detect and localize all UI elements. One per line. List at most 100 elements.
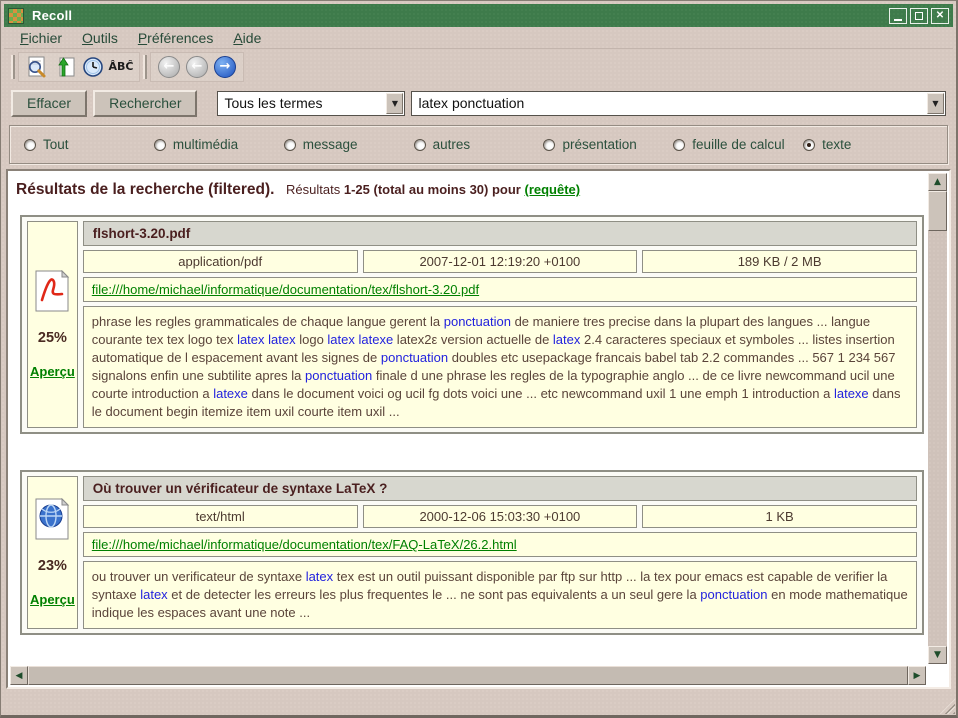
minimize-icon (894, 19, 902, 21)
status-bar (1, 691, 956, 715)
filter-radio-Tout[interactable]: Tout (24, 137, 154, 152)
result-side-panel: 25% Aperçu (27, 221, 78, 428)
preview-link[interactable]: Aperçu (30, 364, 75, 379)
scroll-left-icon[interactable]: ◀ (10, 666, 28, 685)
menu-aide[interactable]: Aide (223, 28, 271, 48)
result-title: Où trouver un vérificateur de syntaxe La… (83, 476, 917, 501)
clock-icon (81, 55, 105, 79)
window-title: Recoll (32, 8, 72, 23)
radio-icon[interactable] (284, 139, 296, 151)
menu-fichier[interactable]: Fichier (10, 28, 72, 48)
result-size: 189 KB / 2 MB (642, 250, 917, 273)
radio-icon[interactable] (543, 139, 555, 151)
term-explorer-button[interactable]: ÂBĈ (107, 53, 135, 81)
maximize-button[interactable] (910, 8, 928, 24)
results-panel: Résultats de la recherche (filtered). Ré… (6, 169, 951, 689)
scroll-up-icon[interactable]: ▲ (928, 173, 947, 191)
toolbar-grip[interactable] (143, 55, 147, 79)
result-item-1: 25% Aperçu flshort-3.20.pdf application/… (20, 215, 924, 434)
history-button[interactable] (79, 53, 107, 81)
query-combobox[interactable]: ▼ (411, 91, 946, 116)
filter-label: autres (433, 137, 471, 152)
filter-radio-multimédia[interactable]: multimédia (154, 137, 284, 152)
arrow-right-icon: → (214, 56, 236, 78)
pdf-file-icon (34, 270, 70, 312)
relevance-percent: 25% (38, 330, 67, 346)
toolbar-grip[interactable] (11, 55, 15, 79)
filter-label: message (303, 137, 358, 152)
horizontal-scrollbar-thumb[interactable] (28, 666, 908, 685)
filter-label: feuille de calcul (692, 137, 784, 152)
filter-radio-présentation[interactable]: présentation (543, 137, 673, 152)
document-magnifier-icon (25, 55, 49, 79)
toolbar: ÂBĈ ← ← → (4, 50, 953, 83)
preview-link[interactable]: Aperçu (30, 592, 75, 607)
titlebar: Recoll ✕ (4, 4, 953, 27)
radio-icon[interactable] (24, 139, 36, 151)
app-icon (8, 8, 24, 24)
result-date: 2000-12-06 15:03:30 +0100 (363, 505, 638, 528)
update-index-button[interactable] (51, 53, 79, 81)
arrow-left-icon: ← (186, 56, 208, 78)
previous-page-button[interactable]: ← (183, 53, 211, 81)
result-url-link[interactable]: file:///home/michael/informatique/docume… (92, 282, 479, 297)
results-header: Résultats de la recherche (filtered). Ré… (16, 181, 923, 199)
search-mode-value: Tous les termes (218, 95, 385, 111)
relevance-percent: 23% (38, 558, 67, 574)
menubar: Fichier Outils Préférences Aide (4, 28, 953, 49)
result-size: 1 KB (642, 505, 917, 528)
advanced-search-button[interactable] (23, 53, 51, 81)
result-date: 2007-12-01 12:19:20 +0100 (363, 250, 638, 273)
html-file-icon (34, 498, 70, 540)
results-list: Résultats de la recherche (filtered). Ré… (8, 171, 927, 665)
filter-bar: Tout multimédia message autres présentat… (9, 125, 948, 164)
search-input[interactable] (412, 95, 926, 111)
radio-icon[interactable] (803, 139, 815, 151)
search-row: Effacer Rechercher Tous les termes ▼ ▼ (11, 89, 946, 117)
menu-outils[interactable]: Outils (72, 28, 128, 48)
clear-button[interactable]: Effacer (11, 90, 87, 117)
abc-icon: ÂBĈ (109, 60, 134, 73)
vertical-scrollbar-track[interactable] (928, 231, 947, 646)
query-details-link[interactable]: (requête) (524, 182, 580, 197)
result-url-link[interactable]: file:///home/michael/informatique/docume… (92, 537, 517, 552)
close-icon: ✕ (936, 10, 944, 21)
close-button[interactable]: ✕ (931, 8, 949, 24)
maximize-icon (915, 12, 923, 20)
document-sort-arrows-icon (53, 55, 77, 79)
result-title: flshort-3.20.pdf (83, 221, 917, 246)
results-count: Résultats 1-25 (total au moins 30) pour … (286, 182, 580, 197)
scroll-right-icon[interactable]: ▶ (908, 666, 926, 685)
chevron-down-icon[interactable]: ▼ (927, 93, 944, 114)
filter-radio-feuille-de-calcul[interactable]: feuille de calcul (673, 137, 803, 152)
result-snippet: ou trouver un verificateur de syntaxe la… (83, 561, 917, 629)
scroll-down-icon[interactable]: ▼ (928, 646, 947, 664)
resize-grip[interactable] (940, 699, 955, 714)
result-item-2: 23% Aperçu Où trouver un vérificateur de… (20, 470, 924, 635)
filter-radio-message[interactable]: message (284, 137, 414, 152)
filter-label: présentation (562, 137, 636, 152)
filter-label: multimédia (173, 137, 238, 152)
results-title: Résultats de la recherche (filtered). (16, 181, 274, 198)
filter-radio-texte[interactable]: texte (803, 137, 933, 152)
chevron-down-icon[interactable]: ▼ (386, 93, 403, 114)
horizontal-scrollbar[interactable]: ◀ ▶ (10, 666, 926, 685)
radio-icon[interactable] (154, 139, 166, 151)
search-button[interactable]: Rechercher (93, 90, 197, 117)
result-side-panel: 23% Aperçu (27, 476, 78, 629)
next-page-button[interactable]: → (211, 53, 239, 81)
result-snippet: phrase les regles grammaticales de chaqu… (83, 306, 917, 428)
first-page-button[interactable]: ← (155, 53, 183, 81)
search-mode-select[interactable]: Tous les termes ▼ (217, 91, 405, 116)
toolbar-group-tools: ÂBĈ (18, 52, 140, 82)
minimize-button[interactable] (889, 8, 907, 24)
radio-icon[interactable] (414, 139, 426, 151)
vertical-scrollbar-thumb[interactable] (928, 191, 947, 231)
radio-icon[interactable] (673, 139, 685, 151)
result-mimetype: application/pdf (83, 250, 358, 273)
menu-preferences[interactable]: Préférences (128, 28, 224, 48)
vertical-scrollbar[interactable]: ▲ ▼ (928, 173, 947, 664)
result-mimetype: text/html (83, 505, 358, 528)
filter-radio-autres[interactable]: autres (414, 137, 544, 152)
toolbar-group-nav: ← ← → (150, 52, 244, 82)
